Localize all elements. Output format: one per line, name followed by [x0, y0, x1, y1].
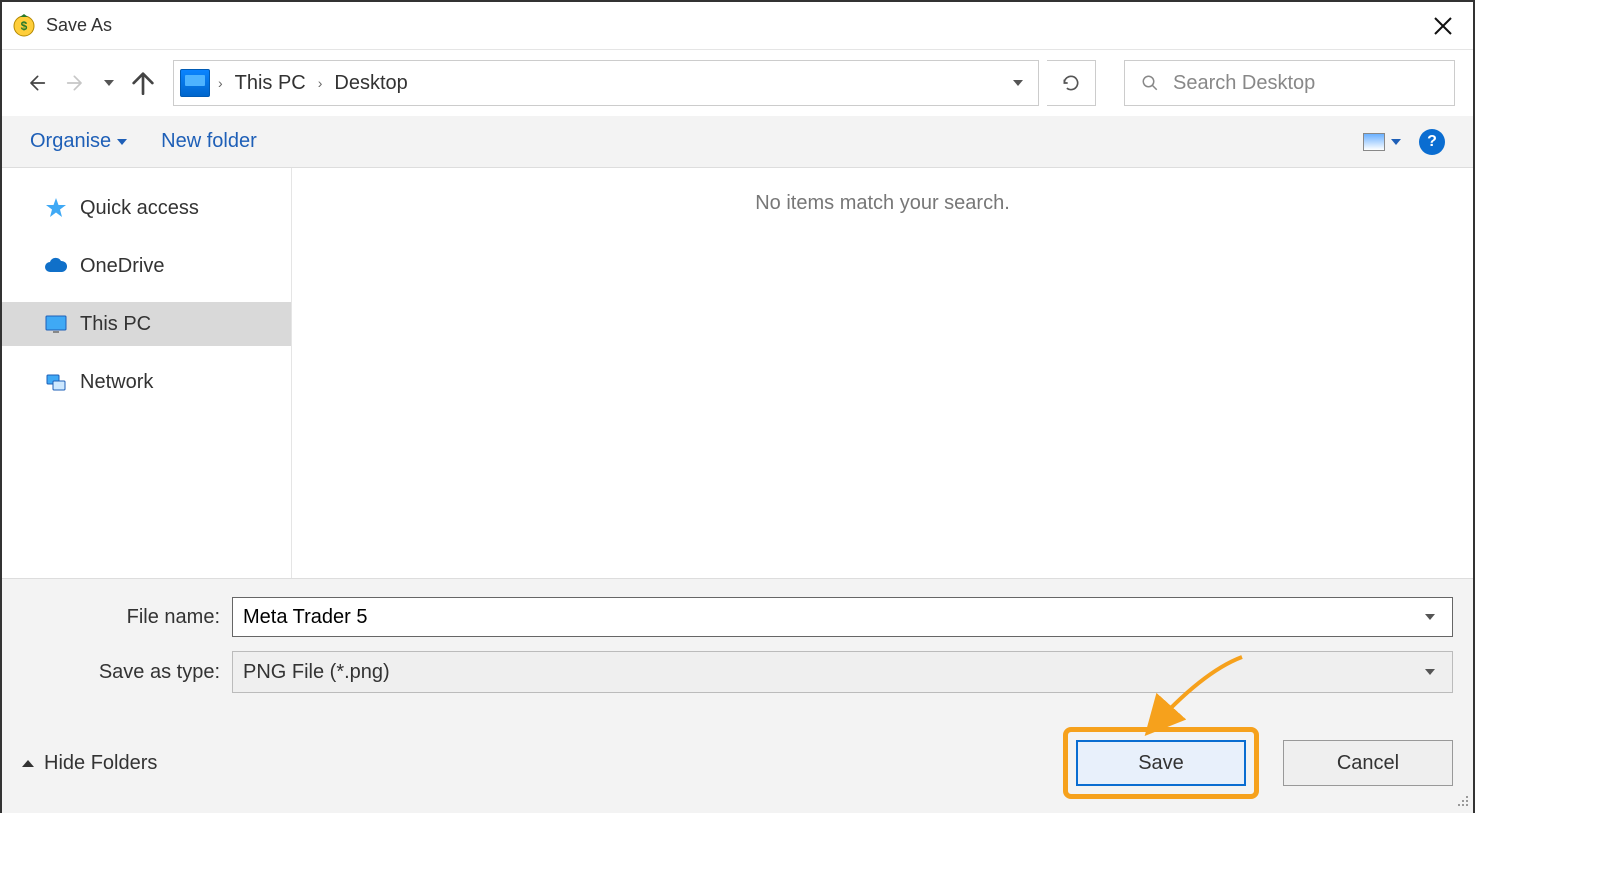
sidebar-item-quickaccess[interactable]: Quick access: [2, 186, 291, 230]
search-input[interactable]: [1173, 72, 1438, 95]
this-pc-icon: [180, 69, 210, 97]
search-icon: [1141, 74, 1159, 92]
filetype-value: PNG File (*.png): [243, 661, 390, 684]
breadcrumb-item-desktop[interactable]: Desktop: [330, 72, 411, 95]
new-folder-button[interactable]: New folder: [161, 130, 257, 153]
forward-button[interactable]: [60, 66, 92, 100]
sidebar-item-label: Quick access: [80, 197, 199, 220]
view-icon: [1363, 133, 1385, 151]
organise-label: Organise: [30, 130, 111, 153]
resize-grip[interactable]: [1456, 794, 1470, 808]
help-button[interactable]: ?: [1419, 129, 1445, 155]
sidebar-item-label: OneDrive: [80, 255, 164, 278]
refresh-button[interactable]: [1047, 60, 1096, 106]
organise-menu[interactable]: Organise: [30, 130, 127, 153]
up-button[interactable]: [127, 66, 159, 100]
dialog-title: Save As: [46, 15, 1423, 36]
view-menu[interactable]: [1363, 133, 1401, 151]
monitor-icon: [44, 312, 68, 336]
sidebar-item-onedrive[interactable]: OneDrive: [2, 244, 291, 288]
filetype-select[interactable]: PNG File (*.png): [232, 651, 1453, 693]
empty-message: No items match your search.: [755, 192, 1010, 214]
network-icon: [44, 370, 68, 394]
search-box[interactable]: [1124, 60, 1455, 106]
cancel-button[interactable]: Cancel: [1283, 740, 1453, 786]
breadcrumb: This PC › Desktop: [231, 61, 1004, 105]
save-as-dialog: $ Save As › This PC › Desktop: [0, 0, 1475, 813]
address-bar[interactable]: › This PC › Desktop: [173, 60, 1039, 106]
save-button[interactable]: Save: [1076, 740, 1246, 786]
navigation-bar: › This PC › Desktop: [2, 50, 1473, 116]
hide-folders-toggle[interactable]: Hide Folders: [22, 752, 157, 775]
sidebar-item-network[interactable]: Network: [2, 360, 291, 404]
breadcrumb-item-thispc[interactable]: This PC: [231, 72, 310, 95]
main-area: Quick access OneDrive This PC Network: [2, 168, 1473, 578]
sidebar-item-label: Network: [80, 371, 153, 394]
sidebar-item-label: This PC: [80, 313, 151, 336]
bottom-panel: File name: Save as type: PNG File (*.png…: [2, 578, 1473, 813]
filename-input[interactable]: [243, 606, 1418, 629]
app-icon: $: [12, 14, 36, 38]
star-icon: [44, 196, 68, 220]
close-button[interactable]: [1423, 6, 1463, 46]
sidebar-item-thispc[interactable]: This PC: [2, 302, 291, 346]
svg-text:$: $: [21, 19, 28, 33]
filename-field[interactable]: [232, 597, 1453, 637]
filetype-label: Save as type:: [22, 661, 232, 684]
address-dropdown[interactable]: [1004, 80, 1032, 86]
hide-folders-label: Hide Folders: [44, 752, 157, 775]
cloud-icon: [44, 254, 68, 278]
filename-dropdown[interactable]: [1418, 614, 1442, 620]
toolbar: Organise New folder ?: [2, 116, 1473, 168]
recent-locations-dropdown[interactable]: [100, 80, 119, 86]
titlebar: $ Save As: [2, 2, 1473, 50]
breadcrumb-separator-icon: ›: [318, 75, 323, 91]
back-button[interactable]: [20, 66, 52, 100]
breadcrumb-separator-icon: ›: [218, 75, 223, 91]
filename-label: File name:: [22, 606, 232, 629]
chevron-down-icon: [1391, 139, 1401, 145]
sidebar: Quick access OneDrive This PC Network: [2, 168, 292, 578]
annotation-highlight: Save: [1063, 727, 1259, 799]
filetype-dropdown-icon: [1418, 669, 1442, 675]
chevron-up-icon: [22, 760, 34, 767]
file-list-area: No items match your search.: [292, 168, 1473, 578]
chevron-down-icon: [117, 139, 127, 145]
